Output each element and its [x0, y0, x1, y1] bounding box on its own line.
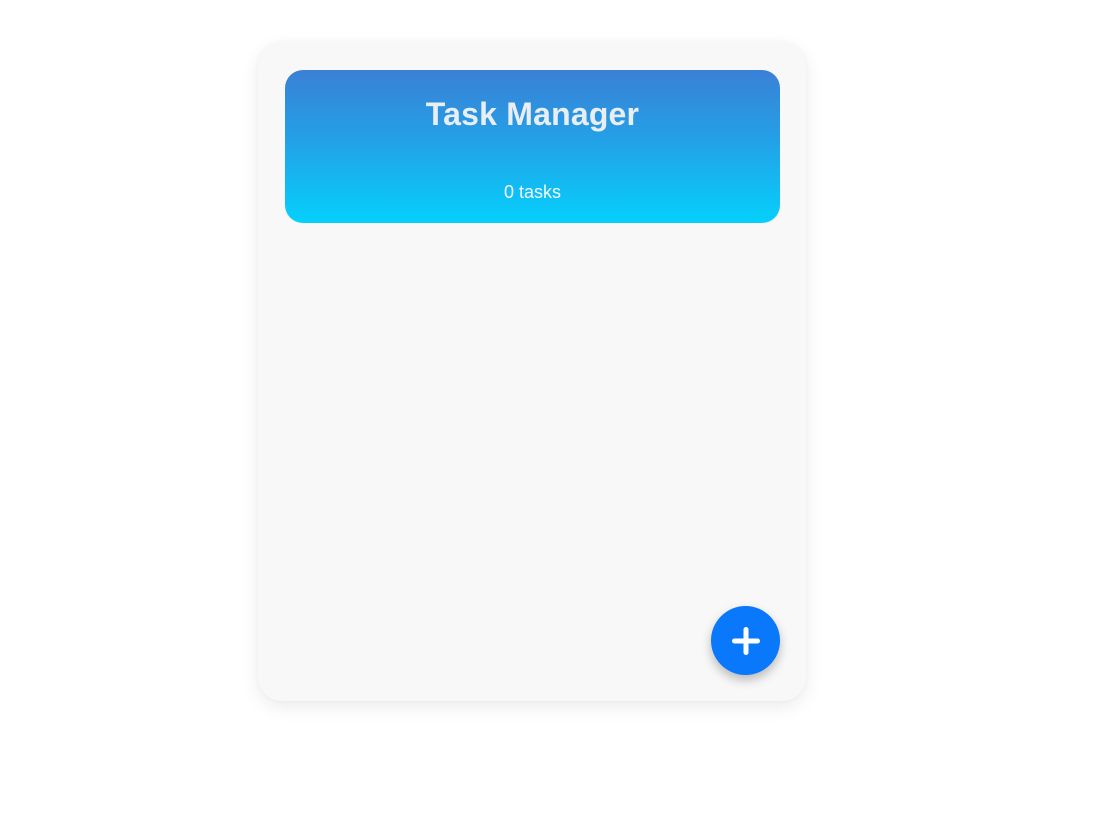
task-count: 0 tasks — [503, 182, 562, 202]
task-list — [285, 237, 780, 597]
plus-icon — [731, 626, 760, 655]
task-manager-card: Task Manager 0 tasks — [258, 42, 806, 701]
app-header: Task Manager 0 tasks — [285, 70, 780, 223]
page-title: Task Manager — [425, 96, 640, 132]
add-task-button[interactable] — [711, 606, 780, 675]
